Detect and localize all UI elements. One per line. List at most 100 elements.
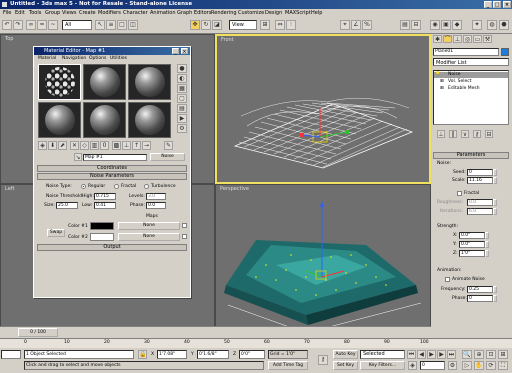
object-name-field[interactable]: Plane01 [433,48,499,56]
selection-filter-dropdown[interactable]: All [62,20,92,30]
viewport-perspective[interactable]: Perspective [215,184,431,338]
menu-help[interactable]: Help [311,9,322,17]
radio-fractal[interactable] [114,184,119,189]
time-slider[interactable]: 0 / 100 [18,328,58,337]
sample-slot-2[interactable] [83,64,126,100]
phase-spinner[interactable] [493,295,497,302]
select-by-name-icon[interactable]: ≡ [106,20,116,30]
low-field[interactable]: 0.41 [94,202,116,209]
next-frame-icon[interactable]: ▶ [437,350,446,359]
color1-map-checkbox[interactable] [182,223,187,228]
phase-field[interactable]: 0.0 [146,202,166,209]
quick-render-icon[interactable]: ◆ [452,20,462,30]
noise-parameters-rollout[interactable]: Noise Parameters [37,173,187,180]
make-unique-icon[interactable]: ◇ [80,141,89,150]
key-filters-button[interactable]: Key Filters... [360,361,405,370]
animate-noise-checkbox[interactable] [445,277,450,282]
sample-slot-1[interactable] [38,64,81,100]
display-tab-icon[interactable]: ▭ [473,35,482,43]
window-crossing-icon[interactable]: ◫ [128,20,138,30]
color1-map-button[interactable]: None [118,222,180,230]
size-field[interactable]: 25.0 [56,202,78,209]
menu-graph-editors[interactable]: Graph Editors [177,9,211,17]
roughness-spinner[interactable] [493,199,497,206]
utilities-tab-icon[interactable]: ⚒ [483,35,492,43]
menu-design[interactable]: Design [265,9,282,17]
select-move-icon[interactable]: ✥ [190,20,200,30]
iterations-spinner[interactable] [493,208,497,215]
active-shade-icon[interactable]: ◍ [487,20,497,30]
minimize-button[interactable]: _ [484,1,492,8]
make-unique-toggle-icon[interactable]: ∨ [461,130,469,138]
track-view-icon[interactable]: ▤ [400,20,410,30]
zoom-all-icon[interactable]: ⊕ [474,350,484,359]
scale-spinner[interactable] [493,177,497,184]
video-color-check-icon[interactable]: ▤ [177,104,187,113]
color2-map-checkbox[interactable] [182,234,187,239]
sample-slot-3[interactable] [128,64,171,100]
go-to-end-icon[interactable]: ⏭ [447,350,456,359]
pivot-icon[interactable]: ⊞ [260,20,270,30]
high-field[interactable]: 0.715 [94,193,116,200]
color1-swatch[interactable] [90,222,114,230]
strength-z-spinner[interactable] [485,250,489,257]
menu-group[interactable]: Group [45,9,60,17]
reset-map-icon[interactable]: ✕ [70,141,79,150]
maximize-viewport-icon[interactable]: ⛶ [498,361,508,370]
me-minimize-button[interactable]: _ [172,47,179,55]
zoom-extents-all-icon[interactable]: ⊞ [498,350,508,359]
object-color-swatch[interactable] [501,48,509,56]
bind-space-warp-icon[interactable]: ~ [48,20,58,30]
pan-icon[interactable]: ✋ [474,361,484,370]
strength-y-field[interactable]: 0.0" [459,241,485,248]
mirror-icon[interactable]: ⇔ [275,20,285,30]
material-editor-icon[interactable]: ◉ [430,20,440,30]
scale-field[interactable]: 11.16 [467,177,493,184]
expand-icon[interactable]: ⊞ [440,86,444,92]
menu-file[interactable]: File [3,9,11,17]
show-end-result-toggle-icon[interactable]: ‖ [449,130,457,138]
strength-x-field[interactable]: 0.0" [459,232,485,239]
undo-icon[interactable]: ↶ [2,20,12,30]
render-last-icon[interactable]: ✦ [472,20,482,30]
phase-field[interactable]: 0 [467,295,493,302]
snap-icon[interactable]: ⌖ [340,20,350,30]
render-scene-icon[interactable]: ▣ [441,20,451,30]
frequency-field[interactable]: 0.25 [467,286,493,293]
menu-character[interactable]: Character [123,9,148,17]
modifier-stack[interactable]: 💡 Noise ⊞ Vol. Select ⊞ Editable Mesh [433,70,509,125]
put-to-library-icon[interactable]: ▥ [90,141,99,150]
me-menu-navigation[interactable]: Navigation [62,55,86,62]
fractal-checkbox[interactable] [457,191,462,196]
stack-item-vol-select[interactable]: ⊞ Vol. Select [434,79,508,85]
go-to-start-icon[interactable]: ⏮ [407,350,416,359]
menu-rendering[interactable]: Rendering [211,9,237,17]
maximize-button[interactable]: □ [493,1,501,8]
me-menu-options[interactable]: Options [89,55,106,62]
radio-turbulence[interactable] [144,184,149,189]
map-name-field[interactable]: Map #1 [83,154,147,161]
zoom-extents-icon[interactable]: ⊡ [486,350,496,359]
configure-sets-icon[interactable]: ⊟ [485,130,493,138]
unlink-icon[interactable]: ≈ [37,20,47,30]
select-scale-icon[interactable]: ◪ [212,20,222,30]
get-material-icon[interactable]: ◈ [38,141,47,150]
material-editor-titlebar[interactable]: Material Editor - Map #1 _ × [34,47,190,55]
hierarchy-tab-icon[interactable]: ⊥ [453,35,462,43]
modifier-list-dropdown[interactable]: Modifier List [433,58,509,66]
me-menu-utilities[interactable]: Utilities [110,55,127,62]
backlight-icon[interactable]: ◐ [177,74,187,83]
previous-frame-icon[interactable]: ◀ [417,350,426,359]
strength-x-spinner[interactable] [485,232,489,239]
zoom-icon[interactable]: 🔍 [462,350,472,359]
levels-field[interactable]: 3.0 [146,193,166,200]
show-end-result-icon[interactable]: ⊥ [122,141,131,150]
viewport-label-top[interactable]: Top [5,36,13,42]
angle-snap-icon[interactable]: ∠ [351,20,361,30]
map-type-button[interactable]: Noise [150,153,185,161]
menu-create[interactable]: Create [79,9,96,17]
iterations-field[interactable]: 6.0 [467,208,493,215]
pin-stack-icon[interactable]: ⊥ [437,130,445,138]
key-mode-icon[interactable]: ⚷ [318,355,328,365]
close-button[interactable]: × [503,1,511,8]
